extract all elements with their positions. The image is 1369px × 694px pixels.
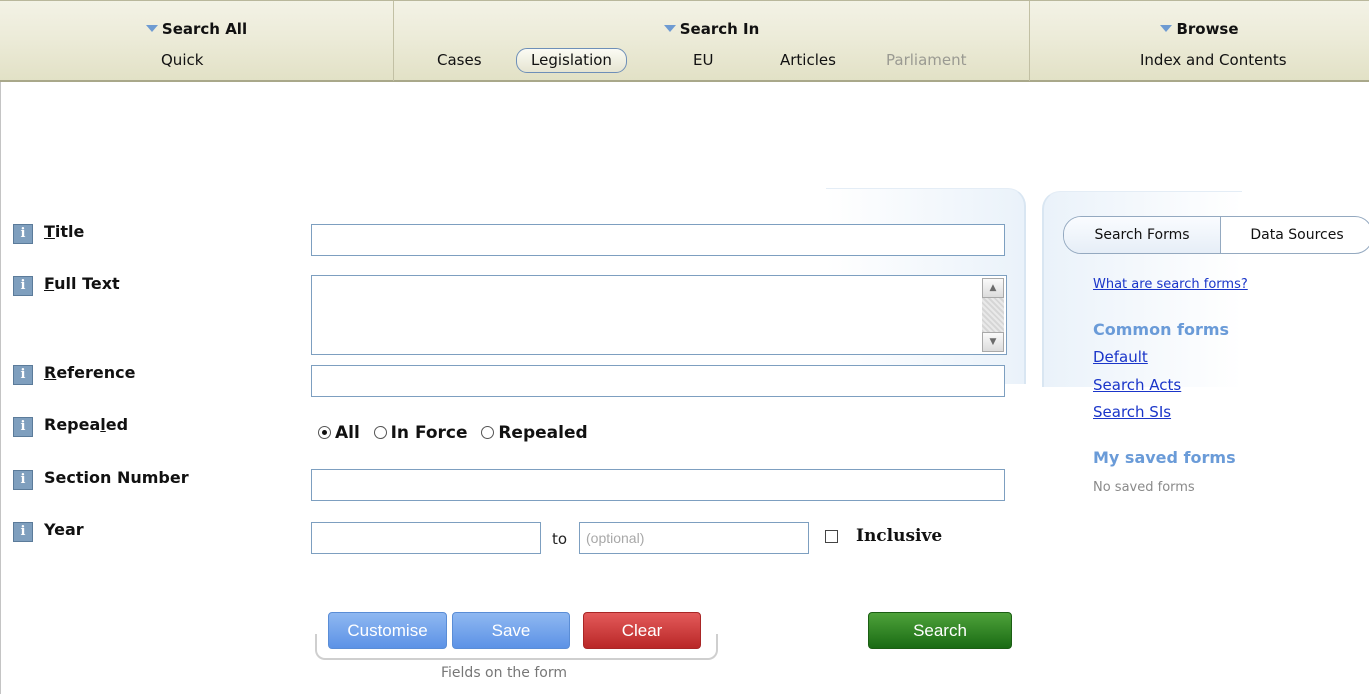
full-text-label: Full Text bbox=[44, 274, 120, 293]
inclusive-checkbox[interactable] bbox=[825, 530, 838, 543]
full-text-textarea[interactable]: ▲ ▼ bbox=[311, 275, 1007, 355]
nav-item-legislation[interactable]: Legislation bbox=[516, 48, 627, 73]
year-from-input[interactable] bbox=[311, 522, 541, 554]
section-number-label: Section Number bbox=[44, 468, 189, 487]
tab-data-sources[interactable]: Data Sources bbox=[1222, 217, 1369, 253]
nav-item-cases[interactable]: Cases bbox=[437, 51, 482, 69]
triangle-down-icon bbox=[145, 25, 158, 32]
radio-in-force-label[interactable]: In Force bbox=[391, 423, 468, 443]
nav-section-browse: Browse Index and Contents bbox=[1030, 1, 1369, 81]
year-to-input[interactable] bbox=[579, 522, 809, 554]
nav-heading-label: Search In bbox=[679, 20, 760, 38]
title-input[interactable] bbox=[311, 224, 1005, 256]
section-number-input[interactable] bbox=[311, 469, 1005, 501]
form-link-search-acts[interactable]: Search Acts bbox=[1093, 376, 1181, 394]
scroll-down-icon[interactable]: ▼ bbox=[982, 332, 1004, 352]
radio-repealed[interactable] bbox=[481, 426, 495, 439]
what-are-search-forms-link[interactable]: What are search forms? bbox=[1093, 277, 1248, 292]
tab-search-forms[interactable]: Search Forms bbox=[1064, 217, 1221, 253]
info-icon[interactable]: i bbox=[13, 224, 33, 244]
radio-in-force[interactable] bbox=[373, 426, 387, 439]
nav-section-search-all: Search All Quick bbox=[0, 1, 394, 81]
title-label: Title bbox=[44, 222, 85, 241]
nav-item-articles[interactable]: Articles bbox=[780, 51, 836, 69]
scroll-up-icon[interactable]: ▲ bbox=[982, 278, 1004, 298]
my-saved-forms-heading: My saved forms bbox=[1093, 448, 1236, 467]
year-to-label: to bbox=[552, 530, 568, 548]
triangle-down-icon bbox=[1160, 25, 1173, 32]
nav-item-index-and-contents[interactable]: Index and Contents bbox=[1140, 51, 1287, 69]
nav-heading-label: Browse bbox=[1176, 20, 1239, 38]
nav-heading-label: Search All bbox=[161, 20, 248, 38]
clear-button[interactable]: Clear bbox=[583, 612, 701, 649]
radio-all[interactable] bbox=[318, 426, 331, 439]
inclusive-label[interactable]: Inclusive bbox=[856, 526, 942, 546]
saved-forms-note: No saved forms bbox=[1093, 480, 1195, 495]
common-forms-heading: Common forms bbox=[1093, 320, 1230, 339]
form-link-default[interactable]: Default bbox=[1093, 348, 1148, 366]
form-link-search-sis[interactable]: Search SIs bbox=[1093, 403, 1171, 421]
info-icon[interactable]: i bbox=[13, 522, 33, 542]
nav-item-quick[interactable]: Quick bbox=[161, 51, 203, 69]
search-button[interactable]: Search bbox=[868, 612, 1012, 649]
nav-item-parliament: Parliament bbox=[886, 51, 967, 69]
customise-button[interactable]: Customise bbox=[328, 612, 447, 649]
nav-item-eu[interactable]: EU bbox=[693, 51, 713, 69]
nav-section-search-in: Search In Cases Legislation EU Articles … bbox=[394, 1, 1030, 81]
info-icon[interactable]: i bbox=[13, 365, 33, 385]
reference-label: Reference bbox=[44, 363, 136, 382]
info-icon[interactable]: i bbox=[13, 417, 33, 437]
page-left-border bbox=[0, 82, 1, 694]
triangle-down-icon bbox=[663, 25, 676, 32]
year-label: Year bbox=[44, 520, 84, 539]
fields-group-caption: Fields on the form bbox=[441, 665, 568, 681]
save-button[interactable]: Save bbox=[452, 612, 570, 649]
nav-heading-search-all[interactable]: Search All bbox=[0, 20, 393, 38]
radio-all-label[interactable]: All bbox=[335, 423, 360, 443]
info-icon[interactable]: i bbox=[13, 470, 33, 490]
repealed-radio-group: All In Force Repealed bbox=[318, 423, 597, 447]
info-icon[interactable]: i bbox=[13, 276, 33, 296]
nav-heading-search-in[interactable]: Search In bbox=[394, 20, 1029, 38]
reference-input[interactable] bbox=[311, 365, 1005, 397]
radio-repealed-label[interactable]: Repealed bbox=[498, 423, 587, 443]
repealed-label: Repealed bbox=[44, 415, 129, 434]
sidebar-tabs: Search Forms Data Sources bbox=[1063, 216, 1369, 254]
top-nav-bar: Search All Quick Search In Cases Legisla… bbox=[0, 0, 1369, 82]
nav-heading-browse[interactable]: Browse bbox=[1030, 20, 1369, 38]
textarea-scrollbar[interactable]: ▲ ▼ bbox=[982, 278, 1004, 352]
